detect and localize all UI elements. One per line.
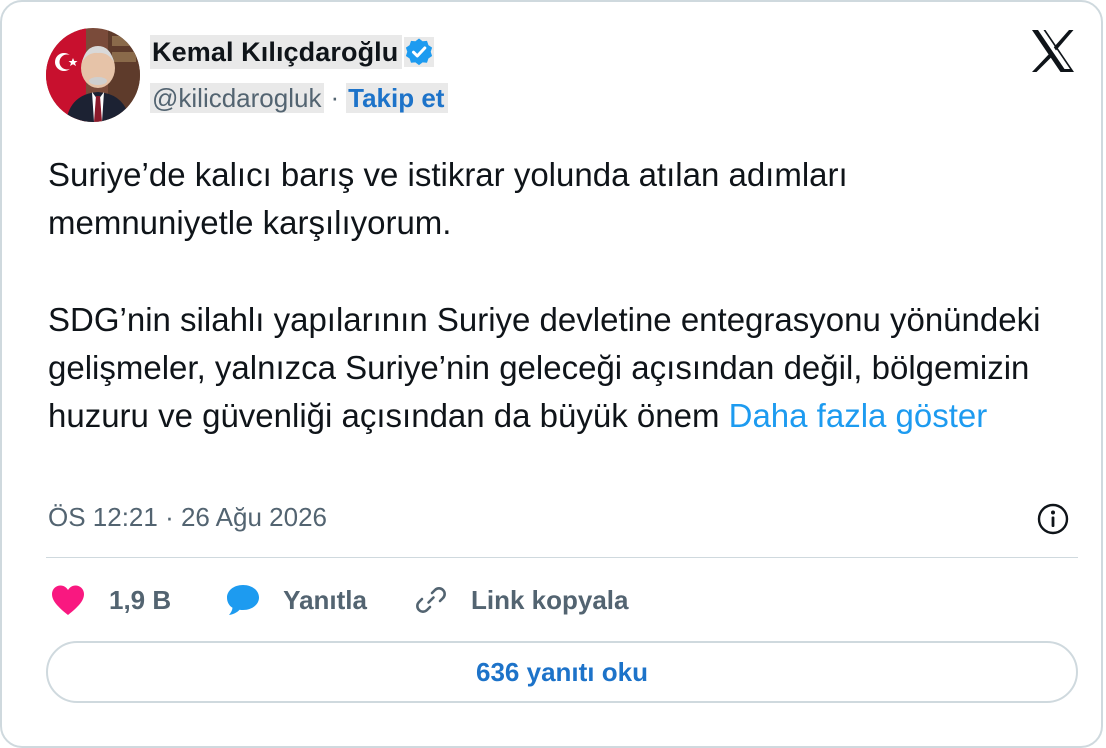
speech-bubble-icon xyxy=(225,583,261,617)
verified-badge-icon xyxy=(404,37,435,67)
like-count: 1,9 B xyxy=(109,584,172,615)
author-name-row: Kemal Kılıçdaroğlu xyxy=(150,35,435,69)
heart-icon xyxy=(50,584,86,616)
read-replies-button[interactable]: 636 yanıtı oku xyxy=(46,641,1078,703)
action-bar: 1,9 B Yanıtla Link kopyala xyxy=(50,579,628,621)
show-more-link[interactable]: Daha fazla göster xyxy=(729,397,988,434)
follow-button[interactable]: Takip et xyxy=(346,82,449,113)
copy-link-label: Link kopyala xyxy=(470,584,629,615)
separator-dot: · xyxy=(330,82,340,112)
x-logo-icon[interactable] xyxy=(1030,29,1076,73)
tweet-timestamp[interactable]: ÖS 12:21 · 26 Ağu 2026 xyxy=(48,502,327,533)
author-handle-row: @kilicdarogluk · Takip et xyxy=(150,82,449,113)
tweet-card: Kemal Kılıçdaroğlu @kilicdarogluk · Taki… xyxy=(0,0,1103,748)
copy-link-button[interactable]: Link kopyala xyxy=(413,582,629,618)
tweet-text: Suriye’de kalıcı barış ve istikrar yolun… xyxy=(48,151,1058,440)
profile-photo xyxy=(46,28,140,122)
avatar[interactable] xyxy=(46,28,140,122)
author-handle[interactable]: @kilicdarogluk xyxy=(150,82,325,113)
link-icon xyxy=(413,582,449,618)
like-button[interactable]: 1,9 B xyxy=(50,584,171,616)
reply-label: Yanıtla xyxy=(283,584,367,615)
reply-button[interactable]: Yanıtla xyxy=(225,583,367,617)
info-icon[interactable] xyxy=(1036,502,1070,536)
read-replies-label: 636 yanıtı oku xyxy=(476,656,648,687)
divider xyxy=(46,557,1078,558)
tweet-paragraph-1: Suriye’de kalıcı barış ve istikrar yolun… xyxy=(48,156,848,241)
tweet-paragraph-2: SDG’nin silahlı yapılarının Suriye devle… xyxy=(48,296,1058,440)
author-name[interactable]: Kemal Kılıçdaroğlu xyxy=(150,35,403,69)
